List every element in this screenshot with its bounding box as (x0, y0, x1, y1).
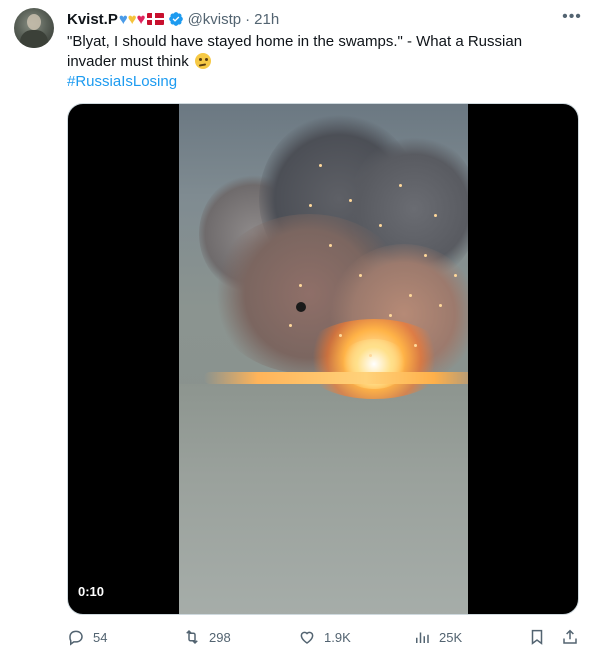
spark (329, 244, 332, 247)
reply-count: 54 (93, 629, 108, 645)
tweet: Kvist.P ♥ ♥ ♥ @kvistp · 21h ••• "Blyat, … (0, 0, 592, 658)
spark (289, 324, 292, 327)
flying-debris (296, 302, 306, 312)
tweet-header: Kvist.P ♥ ♥ ♥ @kvistp · 21h (67, 9, 279, 29)
reply-button[interactable]: 54 (67, 622, 107, 652)
blue-heart-icon: ♥ (118, 10, 128, 28)
spark (379, 224, 382, 227)
bookmark-button[interactable] (528, 622, 554, 652)
like-button[interactable]: 1.9K (298, 622, 351, 652)
spark (369, 354, 372, 357)
spark (309, 204, 312, 207)
fire-line (204, 372, 468, 384)
retweet-button[interactable]: 298 (183, 622, 231, 652)
spark (349, 199, 352, 202)
spark (409, 294, 412, 297)
video-duration: 0:10 (78, 584, 105, 599)
heart-icon (300, 631, 314, 644)
tweet-actions: 54 298 1.9K 25K (0, 622, 592, 652)
spark (319, 164, 322, 167)
spark (424, 254, 427, 257)
views-count: 25K (439, 629, 463, 645)
hashtag-link[interactable]: #RussiaIsLosing (67, 72, 177, 92)
spark (389, 314, 392, 317)
separator-dot: · (245, 10, 251, 28)
video-player[interactable]: 0:10 (67, 103, 579, 615)
denmark-flag-icon (146, 13, 164, 25)
name-emojis: ♥ ♥ ♥ (119, 12, 164, 27)
tweet-time[interactable]: 21h (254, 11, 279, 28)
video-frame (179, 104, 468, 614)
spark (399, 184, 402, 187)
red-heart-icon: ♥ (136, 10, 146, 28)
spark (359, 274, 362, 277)
tweet-text-content: "Blyat, I should have stayed home in the… (67, 33, 523, 70)
share-icon (563, 629, 577, 644)
bookmark-icon (531, 629, 543, 645)
author-handle[interactable]: @kvistp (188, 11, 242, 28)
reply-icon (69, 630, 83, 646)
avatar[interactable] (14, 8, 54, 48)
spark (299, 284, 302, 287)
thinking-face-icon (194, 53, 211, 69)
share-button[interactable] (561, 622, 587, 652)
more-options-icon[interactable]: ••• (562, 8, 582, 28)
yellow-heart-icon: ♥ (127, 10, 137, 28)
views-button[interactable]: 25K (413, 622, 462, 652)
spark (439, 304, 442, 307)
tweet-text: "Blyat, I should have stayed home in the… (67, 32, 567, 72)
author-name[interactable]: Kvist.P (67, 11, 118, 28)
spark (434, 214, 437, 217)
video-ground (179, 384, 468, 614)
spark (414, 344, 417, 347)
views-chart-icon (416, 632, 429, 643)
verified-badge-icon (168, 12, 183, 26)
spark (339, 334, 342, 337)
spark (454, 274, 457, 277)
like-count: 1.9K (324, 629, 351, 645)
retweet-count: 298 (209, 629, 231, 645)
retweet-icon (186, 629, 198, 645)
